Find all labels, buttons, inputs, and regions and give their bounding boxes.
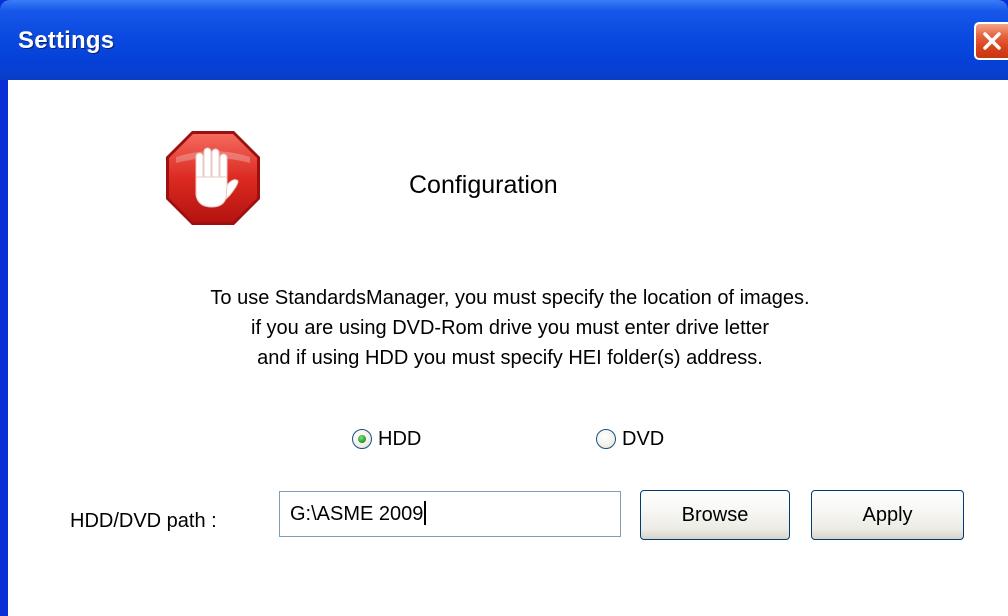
hdd-radio-circle[interactable] — [352, 429, 372, 449]
hdd-radio-label[interactable]: HDD — [378, 428, 421, 451]
settings-window: Settings Configuration To use StandardsM… — [0, 0, 1008, 616]
close-icon — [983, 32, 1001, 50]
hdd-radio[interactable]: HDD — [352, 425, 421, 453]
description-line: and if using HDD you must specify HEI fo… — [257, 347, 763, 369]
description-line: if you are using DVD-Rom drive you must … — [251, 317, 769, 339]
stop-hand-icon — [166, 131, 260, 225]
browse-button[interactable]: Browse — [640, 490, 790, 540]
configuration-heading: Configuration — [409, 171, 558, 199]
description-line: To use StandardsManager, you must specif… — [210, 287, 810, 309]
path-label: HDD/DVD path : — [70, 510, 217, 532]
window-title: Settings — [18, 27, 115, 54]
close-button[interactable] — [974, 22, 1008, 60]
dvd-radio-label[interactable]: DVD — [622, 428, 664, 451]
text-caret — [424, 500, 427, 525]
dvd-radio[interactable]: DVD — [596, 425, 664, 453]
path-input-value: G:\ASME 2009 — [290, 503, 424, 525]
description-text: To use StandardsManager, you must specif… — [100, 283, 920, 373]
apply-button[interactable]: Apply — [811, 490, 964, 540]
title-bar[interactable]: Settings — [0, 0, 1008, 80]
radio-selected-dot — [358, 435, 366, 443]
path-input[interactable]: G:\ASME 2009 — [279, 491, 621, 537]
dvd-radio-circle[interactable] — [596, 429, 616, 449]
